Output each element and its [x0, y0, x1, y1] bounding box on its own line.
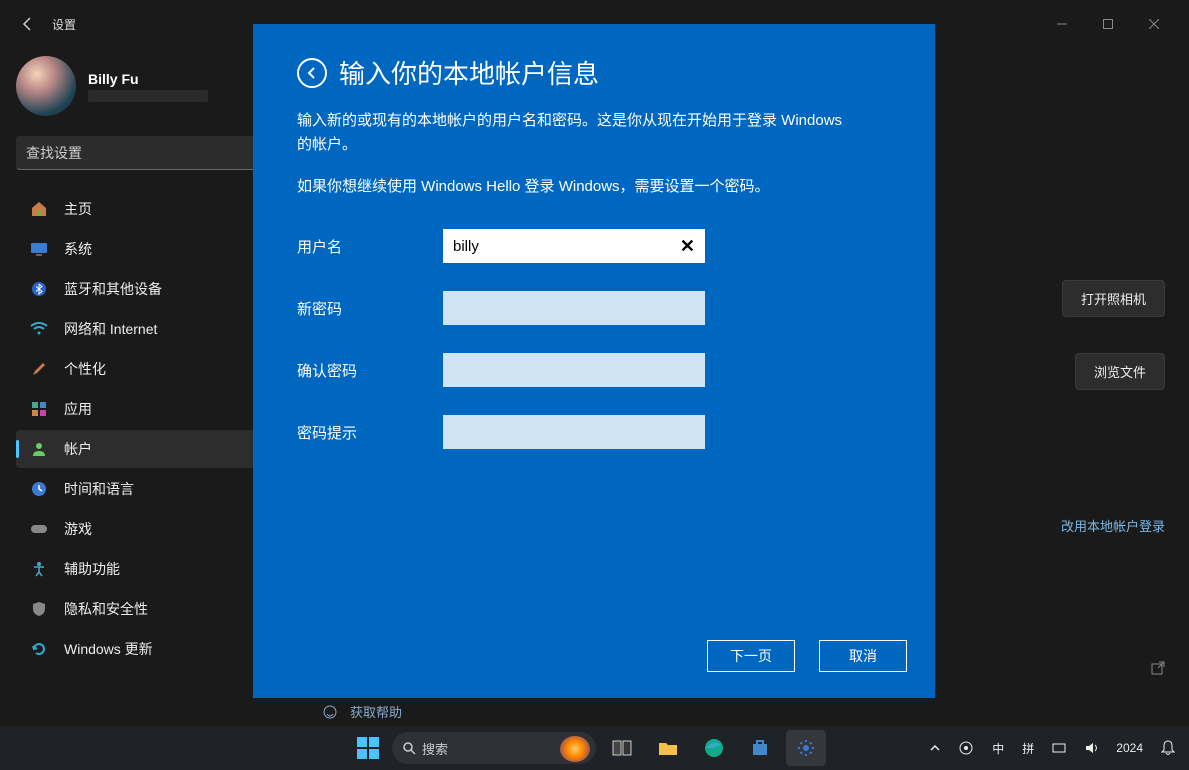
network-tray-icon[interactable] [1048, 737, 1070, 759]
clock-icon [28, 478, 50, 500]
search-highlight-icon [560, 736, 590, 762]
nav-item-label: 游戏 [64, 519, 92, 539]
nav-gaming[interactable]: 游戏 [16, 510, 280, 548]
nav-item-label: 系统 [64, 239, 92, 259]
nav-accounts[interactable]: 帐户 [16, 430, 280, 468]
edge-button[interactable] [694, 730, 734, 766]
nav-item-label: 蓝牙和其他设备 [64, 279, 162, 299]
brush-icon [28, 358, 50, 380]
confirm-password-input[interactable] [443, 353, 705, 387]
ime-mode[interactable]: 拼 [1018, 736, 1038, 761]
confirm-password-label: 确认密码 [297, 360, 443, 381]
get-help-link[interactable]: 获取帮助 [322, 702, 402, 721]
nav-item-label: 辅助功能 [64, 559, 120, 579]
cancel-button[interactable]: 取消 [819, 640, 907, 672]
avatar [16, 56, 76, 116]
sidebar: Billy Fu 查找设置 主页 系统 蓝牙和其他设备 网络和 Internet… [0, 48, 280, 668]
gamepad-icon [28, 518, 50, 540]
store-button[interactable] [740, 730, 780, 766]
nav-item-label: 网络和 Internet [64, 319, 157, 339]
settings-button[interactable] [786, 730, 826, 766]
nav-system[interactable]: 系统 [16, 230, 280, 268]
open-camera-button[interactable]: 打开照相机 [1062, 280, 1165, 317]
search-icon [402, 741, 416, 755]
taskbar: 搜索 中 拼 2024 [0, 726, 1189, 770]
modal-description-2: 如果你想继续使用 Windows Hello 登录 Windows，需要设置一个… [297, 175, 857, 199]
window-title: 设置 [52, 16, 76, 33]
profile-email [88, 90, 208, 102]
system-icon [28, 238, 50, 260]
start-button[interactable] [350, 730, 386, 766]
modal-title: 输入你的本地帐户信息 [339, 54, 599, 91]
external-link-icon[interactable] [1151, 661, 1165, 675]
profile-name: Billy Fu [88, 71, 208, 87]
switch-local-account-link[interactable]: 改用本地帐户登录 [1061, 516, 1165, 535]
nav-windows-update[interactable]: Windows 更新 [16, 630, 280, 668]
nav-item-label: Windows 更新 [64, 639, 153, 659]
nav-privacy[interactable]: 隐私和安全性 [16, 590, 280, 628]
nav-item-label: 时间和语言 [64, 479, 134, 499]
notifications-button[interactable] [1157, 736, 1179, 760]
person-icon [28, 438, 50, 460]
home-icon [28, 198, 50, 220]
help-link-label: 获取帮助 [350, 702, 402, 721]
nav: 主页 系统 蓝牙和其他设备 网络和 Internet 个性化 应用 帐户 时间 [16, 190, 280, 668]
next-button[interactable]: 下一页 [707, 640, 795, 672]
maximize-button[interactable] [1085, 8, 1131, 40]
bluetooth-icon [28, 278, 50, 300]
profile[interactable]: Billy Fu [16, 56, 280, 116]
wifi-icon [28, 318, 50, 340]
search-placeholder: 查找设置 [26, 143, 82, 163]
windows-logo-icon [357, 737, 379, 759]
search-input[interactable]: 查找设置 [16, 136, 264, 170]
password-hint-label: 密码提示 [297, 422, 443, 443]
local-account-modal: 输入你的本地帐户信息 输入新的或现有的本地帐户的用户名和密码。这是你从现在开始用… [253, 24, 935, 698]
modal-back-button[interactable] [297, 58, 327, 88]
nav-time-language[interactable]: 时间和语言 [16, 470, 280, 508]
new-password-label: 新密码 [297, 298, 443, 319]
minimize-button[interactable] [1039, 8, 1085, 40]
username-value: billy [453, 238, 479, 255]
nav-item-label: 帐户 [64, 439, 92, 459]
nav-accessibility[interactable]: 辅助功能 [16, 550, 280, 588]
taskbar-search-label: 搜索 [422, 739, 448, 758]
shield-icon [28, 598, 50, 620]
nav-home[interactable]: 主页 [16, 190, 280, 228]
username-input[interactable]: billy ✕ [443, 229, 705, 263]
headset-icon [322, 704, 338, 720]
nav-item-label: 主页 [64, 199, 92, 219]
nav-item-label: 隐私和安全性 [64, 599, 148, 619]
ime-language[interactable]: 中 [988, 736, 1008, 761]
modal-description-1: 输入新的或现有的本地帐户的用户名和密码。这是你从现在开始用于登录 Windows… [297, 109, 857, 157]
browse-files-button[interactable]: 浏览文件 [1075, 353, 1165, 390]
copilot-icon[interactable] [954, 736, 978, 760]
taskbar-search[interactable]: 搜索 [392, 732, 596, 764]
nav-apps[interactable]: 应用 [16, 390, 280, 428]
apps-icon [28, 398, 50, 420]
nav-personalization[interactable]: 个性化 [16, 350, 280, 388]
task-view-button[interactable] [602, 730, 642, 766]
username-label: 用户名 [297, 236, 443, 257]
password-hint-input[interactable] [443, 415, 705, 449]
clock-year[interactable]: 2024 [1112, 737, 1147, 759]
update-icon [28, 638, 50, 660]
right-panel: 打开照相机 浏览文件 改用本地帐户登录 [1061, 280, 1165, 675]
nav-network[interactable]: 网络和 Internet [16, 310, 280, 348]
back-button[interactable] [12, 8, 44, 40]
nav-bluetooth[interactable]: 蓝牙和其他设备 [16, 270, 280, 308]
close-button[interactable] [1131, 8, 1177, 40]
nav-item-label: 个性化 [64, 359, 106, 379]
clear-input-icon[interactable]: ✕ [680, 236, 695, 257]
nav-item-label: 应用 [64, 399, 92, 419]
tray-expand-button[interactable] [926, 740, 944, 756]
volume-tray-icon[interactable] [1080, 737, 1102, 759]
accessibility-icon [28, 558, 50, 580]
file-explorer-button[interactable] [648, 730, 688, 766]
new-password-input[interactable] [443, 291, 705, 325]
